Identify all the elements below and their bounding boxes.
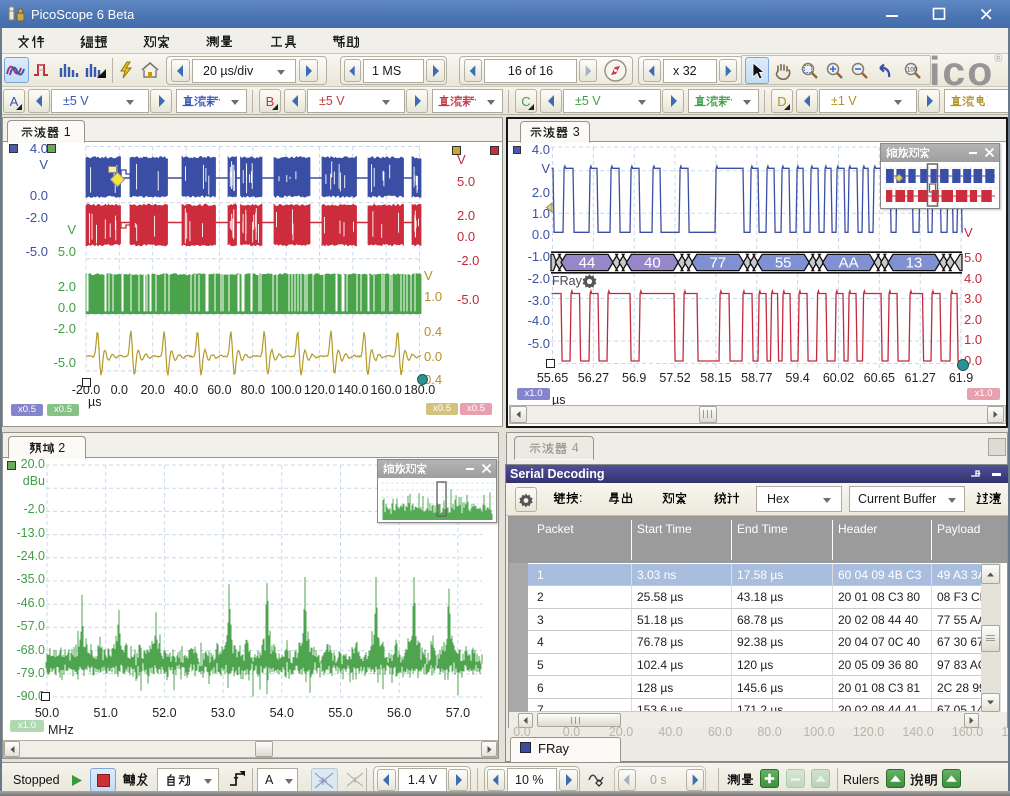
svg-text:77: 77 — [709, 255, 726, 272]
svg-text:100: 100 — [907, 68, 918, 74]
svg-text:AA: AA — [839, 255, 859, 272]
svg-text:13: 13 — [906, 255, 923, 272]
svg-text:44: 44 — [579, 255, 596, 272]
svg-text:40: 40 — [644, 255, 661, 272]
svg-text:55: 55 — [775, 255, 792, 272]
